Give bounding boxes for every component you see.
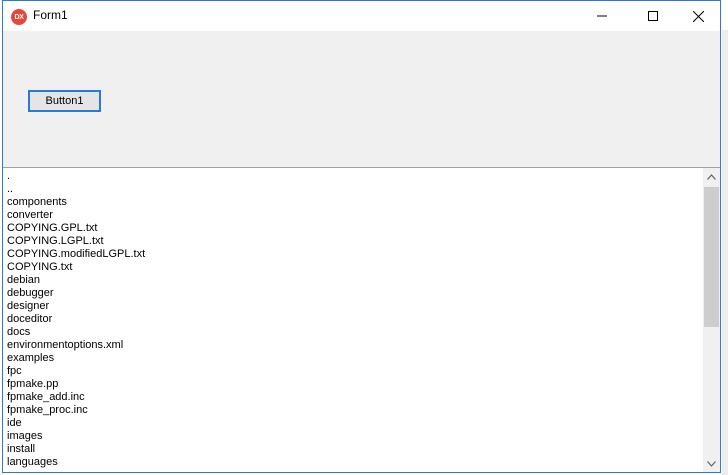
list-item[interactable]: converter <box>3 209 145 222</box>
maximize-icon <box>648 11 658 21</box>
scroll-thumb[interactable] <box>704 187 719 327</box>
file-listbox[interactable]: ... components converter COPYING.GPL.txt COP… <box>3 167 720 472</box>
list-item[interactable]: COPYING.modifiedLGPL.txt <box>3 248 145 261</box>
list-item[interactable]: components <box>3 196 145 209</box>
minimize-icon <box>597 15 607 17</box>
vertical-scrollbar[interactable] <box>703 168 720 472</box>
list-item[interactable]: designer <box>3 300 145 313</box>
list-item[interactable]: .. <box>3 183 145 196</box>
chevron-down-icon <box>707 460 716 467</box>
list-item[interactable]: COPYING.txt <box>3 261 145 274</box>
close-button[interactable] <box>675 1 721 31</box>
file-list: ... components converter COPYING.GPL.txt COP… <box>3 170 145 469</box>
list-item[interactable]: debugger <box>3 287 145 300</box>
list-item[interactable]: doceditor <box>3 313 145 326</box>
close-icon <box>692 10 704 22</box>
list-item[interactable]: . <box>3 170 145 183</box>
dx-app-icon[interactable]: DX <box>11 9 27 25</box>
list-item[interactable]: ide <box>3 417 145 430</box>
list-item[interactable]: COPYING.GPL.txt <box>3 222 145 235</box>
list-item[interactable]: fpmake.pp <box>3 378 145 391</box>
list-item[interactable]: COPYING.LGPL.txt <box>3 235 145 248</box>
form1-window: DX Form1 Button1 ... components converter C… <box>2 0 721 473</box>
minimize-button[interactable] <box>579 1 625 31</box>
maximize-button[interactable] <box>630 1 676 31</box>
background-window-edge <box>722 30 728 475</box>
list-item[interactable]: install <box>3 443 145 456</box>
scroll-down-button[interactable] <box>703 455 720 472</box>
list-item[interactable]: examples <box>3 352 145 365</box>
list-item[interactable]: environmentoptions.xml <box>3 339 145 352</box>
list-item[interactable]: images <box>3 430 145 443</box>
list-item[interactable]: fpmake_proc.inc <box>3 404 145 417</box>
window-title: Form1 <box>33 8 68 22</box>
list-item[interactable]: debian <box>3 274 145 287</box>
list-item[interactable]: fpmake_add.inc <box>3 391 145 404</box>
list-item[interactable]: docs <box>3 326 145 339</box>
button1[interactable]: Button1 <box>28 90 101 112</box>
scroll-up-button[interactable] <box>703 168 720 185</box>
list-item[interactable]: languages <box>3 456 145 469</box>
title-bar[interactable]: DX Form1 <box>3 1 720 31</box>
list-item[interactable]: fpc <box>3 365 145 378</box>
chevron-up-icon <box>707 173 716 180</box>
